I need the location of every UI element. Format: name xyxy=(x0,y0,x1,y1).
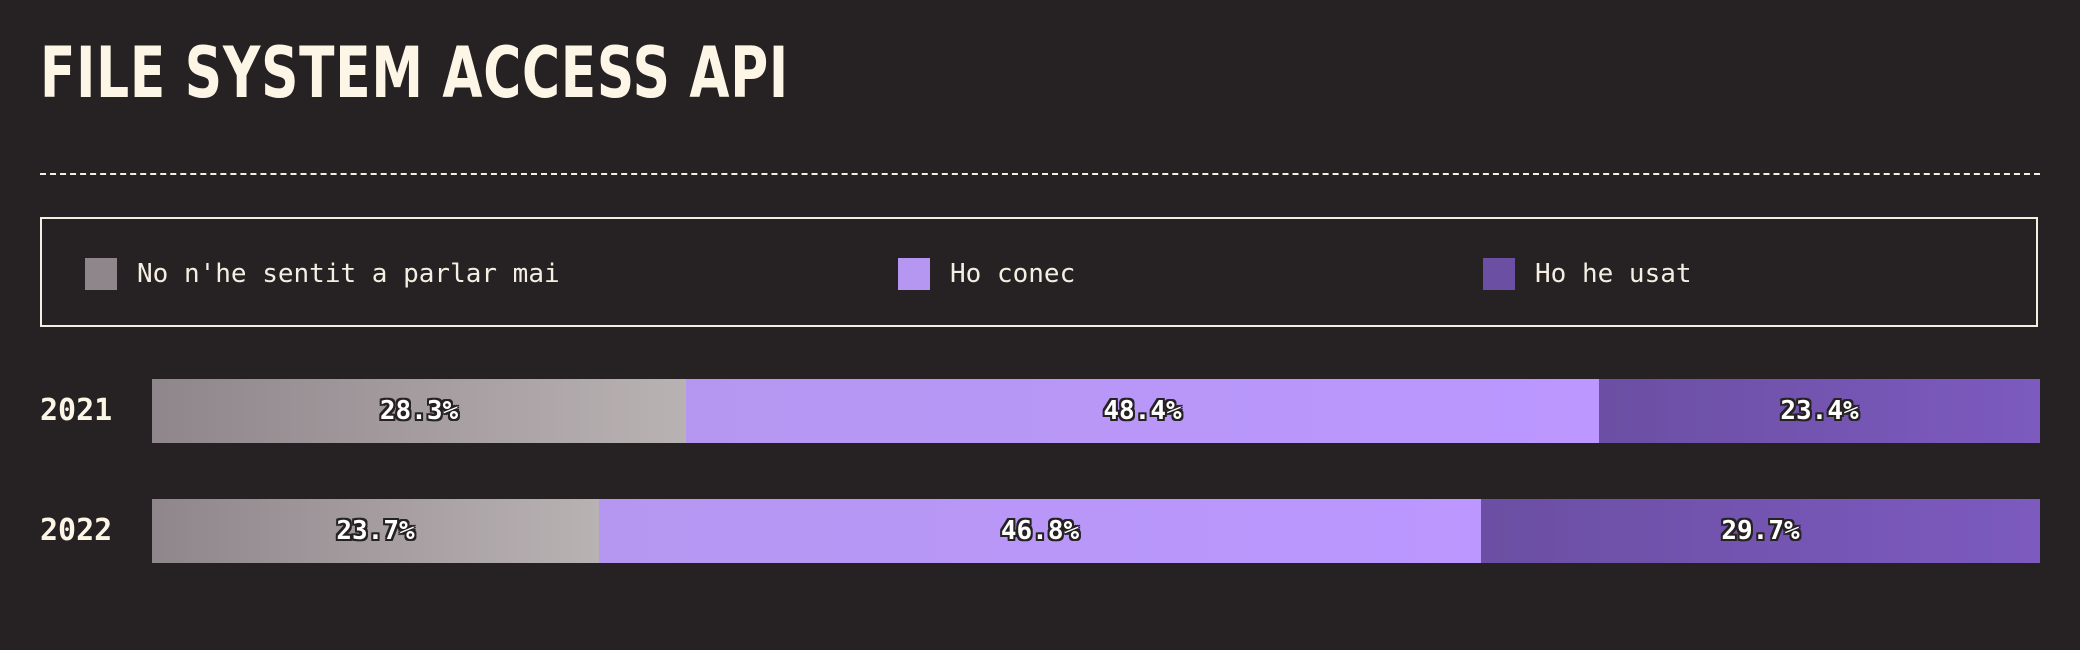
legend-label-never-heard: No n'he sentit a parlar mai xyxy=(137,259,560,289)
category-label-2021: 2021 xyxy=(40,393,113,428)
bar-segment-2021-never-heard: 28.3% xyxy=(152,379,686,443)
data-label-2022-know-it: 46.8% xyxy=(1000,516,1080,546)
category-label-2022: 2022 xyxy=(40,513,113,548)
data-label-2022-used-it: 29.7% xyxy=(1721,516,1800,546)
data-label-2021-used-it: 23.4% xyxy=(1780,396,1859,426)
legend-label-know-it: Ho conec xyxy=(950,259,1076,289)
chart-page: FILE SYSTEM ACCESS API No n'he sentit a … xyxy=(0,0,2080,650)
bar-row-2021: 28.3% 48.4% 23.4% xyxy=(152,379,2040,443)
legend-item-never-heard[interactable]: No n'he sentit a parlar mai xyxy=(85,258,560,290)
title-divider xyxy=(40,173,2040,175)
legend-label-used-it: Ho he usat xyxy=(1535,259,1692,289)
data-label-2022-never-heard: 23.7% xyxy=(336,516,415,546)
bar-segment-2021-know-it: 48.4% xyxy=(686,379,1599,443)
bar-segment-2022-used-it: 29.7% xyxy=(1481,499,2040,563)
data-label-2021-know-it: 48.4% xyxy=(1103,396,1182,426)
bar-row-2022: 23.7% 46.8% 29.7% xyxy=(152,499,2040,563)
legend-item-used-it[interactable]: Ho he usat xyxy=(1483,258,1692,290)
bar-segment-2021-used-it: 23.4% xyxy=(1599,379,2040,443)
bar-segment-2022-know-it: 46.8% xyxy=(599,499,1481,563)
legend-swatch-know-it xyxy=(898,258,930,290)
legend-item-know-it[interactable]: Ho conec xyxy=(898,258,1075,290)
legend-swatch-used-it xyxy=(1483,258,1515,290)
data-label-2021-never-heard: 28.3% xyxy=(379,396,459,426)
chart-title: FILE SYSTEM ACCESS API xyxy=(40,32,789,114)
bar-segment-2022-never-heard: 23.7% xyxy=(152,499,599,563)
legend-swatch-never-heard xyxy=(85,258,117,290)
legend: No n'he sentit a parlar mai Ho conec Ho … xyxy=(40,217,2038,327)
